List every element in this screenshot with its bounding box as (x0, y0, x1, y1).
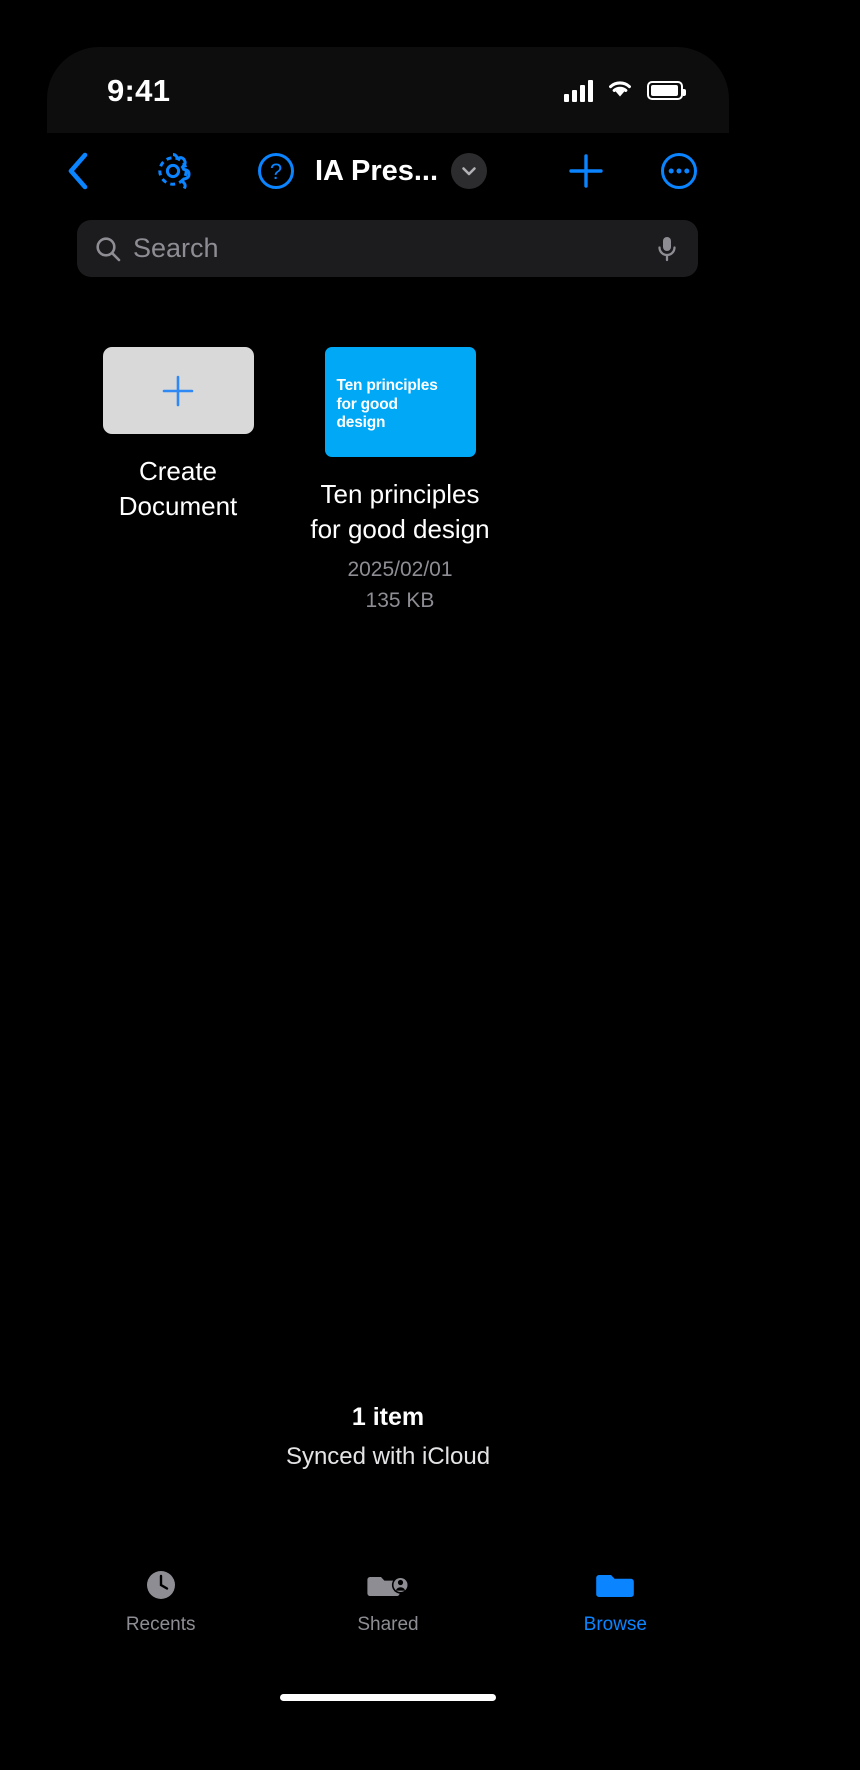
svg-text:?: ? (270, 159, 282, 184)
search-input[interactable] (133, 233, 654, 264)
tab-browse-label: Browse (583, 1614, 647, 1635)
settings-button[interactable] (151, 149, 195, 193)
thumb-text-line3: design (336, 414, 386, 432)
thumb-text-line1: Ten principles (336, 377, 438, 394)
tab-shared[interactable]: Shared (274, 1551, 501, 1661)
ellipsis-circle-icon (661, 153, 697, 189)
device-body: 9:41 ? IA Pres... Search Create Document… (14, 14, 762, 1756)
help-button[interactable]: ? (254, 149, 298, 193)
clock-icon (146, 1571, 175, 1599)
home-indicator[interactable] (280, 1694, 496, 1701)
tab-recents[interactable]: Recents (47, 1551, 274, 1661)
document-title-line2: for good design (310, 514, 490, 545)
file-grid: Create Document Ten principles for good … (47, 347, 729, 617)
create-document-label: Create Document (83, 454, 273, 525)
create-label-line2: Document (118, 491, 238, 522)
question-mark-circle-icon: ? (258, 153, 294, 189)
plus-icon (162, 375, 194, 406)
document-item[interactable]: Ten principles for good design Ten princ… (305, 347, 495, 617)
status-indicators (564, 77, 686, 104)
document-thumbnail-text: Ten principles for good design (337, 377, 465, 433)
wifi-icon (606, 77, 634, 104)
screen: 9:41 ? IA Pres... Search Create Document… (47, 47, 729, 1723)
folder-title-group[interactable]: IA Pres... (315, 153, 488, 189)
status-bar: 9:41 (47, 47, 729, 133)
footer-status: 1 item Synced with iCloud (47, 1403, 729, 1471)
page-title: IA Pres... (315, 154, 439, 187)
sync-status: Synced with iCloud (285, 1443, 491, 1470)
status-time: 9:41 (107, 73, 171, 108)
more-options-button[interactable] (657, 149, 701, 193)
microphone-icon[interactable] (654, 234, 680, 264)
tab-recents-label: Recents (125, 1614, 196, 1635)
create-document-thumbnail[interactable] (102, 347, 254, 434)
add-button[interactable] (564, 149, 608, 193)
tab-shared-label: Shared (357, 1614, 419, 1635)
magnifier-icon (94, 235, 122, 263)
folder-icon (596, 1575, 635, 1597)
nav-bar: ? IA Pres... (47, 133, 729, 209)
tab-browse[interactable]: Browse (502, 1551, 729, 1661)
plus-icon (569, 154, 603, 188)
document-thumbnail[interactable]: Ten principles for good design (324, 347, 476, 457)
item-count: 1 item (351, 1403, 425, 1431)
tab-bar: Recents Shared Browse (47, 1551, 729, 1661)
document-title: Ten principles for good design (305, 477, 495, 548)
search-bar[interactable] (77, 220, 698, 277)
signal-bars-icon (564, 79, 593, 102)
document-date: 2025/02/01 (347, 557, 453, 581)
create-label-line1: Create (138, 456, 218, 486)
thumb-text-line2: for good (336, 395, 398, 413)
folder-person-icon (367, 1576, 410, 1596)
chevron-down-icon[interactable] (451, 153, 488, 189)
document-size: 135 KB (365, 589, 435, 613)
create-document-item[interactable]: Create Document (83, 347, 273, 617)
back-button[interactable] (64, 149, 92, 193)
document-title-line1: Ten principles (320, 479, 480, 509)
battery-icon (647, 81, 686, 100)
phone-frame: 9:41 ? IA Pres... Search Create Document… (0, 0, 860, 1770)
gear-icon (158, 153, 191, 190)
